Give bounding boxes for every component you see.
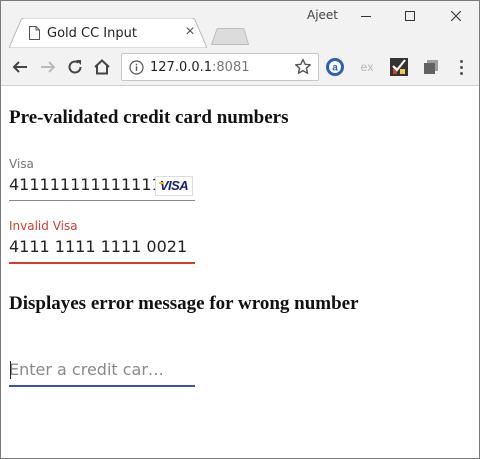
minimize-icon [361, 16, 371, 17]
credit-card-input[interactable] [9, 355, 195, 383]
minimize-button[interactable] [343, 1, 389, 31]
visa-card-value: 411111111111111 [9, 175, 162, 194]
back-arrow-icon [12, 61, 27, 73]
home-button[interactable] [91, 56, 113, 78]
browser-toolbar: 127.0.0.1:8081 a ex [1, 48, 479, 86]
close-window-button[interactable] [433, 1, 479, 31]
heading-error-message: Displayes error message for wrong number [9, 293, 359, 314]
info-icon[interactable] [129, 60, 144, 75]
focused-field-underline [9, 385, 195, 387]
menu-dot-icon [459, 59, 463, 63]
checklist-extension-icon[interactable] [389, 57, 409, 77]
new-tab-button[interactable] [211, 28, 249, 45]
reload-icon [68, 60, 82, 74]
bookmark-star-icon[interactable] [294, 58, 312, 76]
profile-name[interactable]: Ajeet [307, 8, 338, 22]
page-content: Pre-validated credit card numbers Visa 4… [1, 87, 479, 458]
url-text[interactable]: 127.0.0.1:8081 [150, 60, 250, 75]
visa-field-label: Visa [9, 157, 34, 171]
maximize-button[interactable] [387, 1, 433, 31]
credit-card-field[interactable] [9, 355, 195, 387]
layers-extension-icon[interactable] [421, 57, 441, 77]
tab-close-icon[interactable]: × [183, 24, 197, 40]
a-extension-icon[interactable]: a [325, 57, 345, 77]
maximize-icon [405, 11, 415, 21]
visa-field-underline [9, 200, 195, 201]
ext-a-label: a [332, 63, 338, 74]
forward-button[interactable] [37, 56, 59, 78]
tab-title: Gold CC Input [47, 26, 137, 41]
reload-button[interactable] [64, 56, 86, 78]
address-bar[interactable]: 127.0.0.1:8081 [121, 53, 319, 81]
credit-card-input-wrapper[interactable] [9, 355, 195, 385]
page-icon [29, 26, 40, 40]
close-icon [451, 11, 461, 21]
forward-arrow-icon [41, 61, 56, 73]
ex-extension-icon[interactable]: ex [357, 57, 377, 77]
browser-tab[interactable]: Gold CC Input × [9, 18, 207, 48]
menu-dot-icon [459, 65, 463, 69]
visa-logo-icon: VISA [155, 176, 193, 196]
invalid-visa-value: 4111 1111 1111 0021 [9, 237, 188, 256]
heading-prevalidated: Pre-validated credit card numbers [9, 107, 289, 128]
title-bar: Gold CC Input × Ajeet [1, 1, 479, 48]
invalid-visa-field[interactable]: Invalid Visa 4111 1111 1111 0021 [9, 219, 195, 264]
browser-menu-button[interactable] [453, 57, 469, 77]
visa-card-field[interactable]: Visa 411111111111111 VISA [9, 157, 195, 201]
menu-dot-icon [459, 71, 463, 75]
text-caret [10, 361, 11, 379]
browser-window: Gold CC Input × Ajeet 127.0.0.1:8081 a e… [0, 0, 480, 459]
url-host: 127.0.0.1 [150, 60, 213, 75]
invalid-visa-label: Invalid Visa [9, 219, 78, 233]
home-icon [94, 59, 110, 75]
url-port: :8081 [212, 60, 250, 75]
back-button[interactable] [9, 56, 31, 78]
ext-ex-label: ex [361, 60, 374, 74]
invalid-visa-input[interactable]: 4111 1111 1111 0021 [9, 234, 195, 262]
invalid-field-underline [9, 262, 195, 264]
visa-card-input[interactable]: 411111111111111 VISA [9, 172, 195, 200]
